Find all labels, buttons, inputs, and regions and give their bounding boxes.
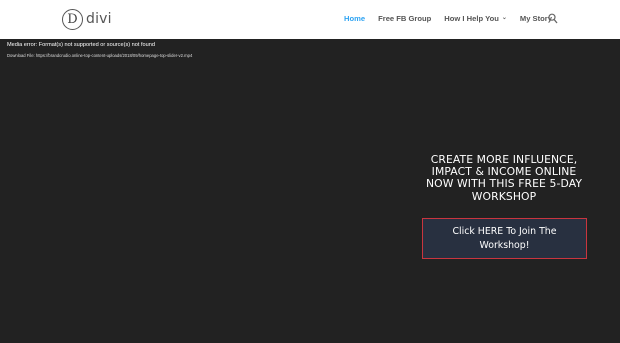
logo-text: divi [86, 11, 112, 27]
nav-item-label: Free FB Group [378, 14, 432, 23]
site-header: D divi Home Free FB Group How I Help You… [0, 0, 620, 39]
nav-item-home[interactable]: Home [344, 14, 365, 23]
chevron-down-icon: ⌄ [501, 15, 507, 21]
nav-item-label: How I Help You [444, 14, 499, 23]
media-error-message: Media error: Format(s) not supported or … [7, 42, 155, 48]
nav-item-free-fb-group[interactable]: Free FB Group [378, 14, 431, 23]
site-logo[interactable]: D divi [62, 8, 112, 30]
hero-section: Media error: Format(s) not supported or … [0, 39, 620, 343]
nav-item-label: Home [344, 14, 366, 23]
main-nav: Home Free FB Group How I Help You ⌄ My S… [344, 14, 565, 23]
nav-item-how-i-help-you[interactable]: How I Help You ⌄ [444, 14, 507, 23]
join-workshop-button-label: Click HERE To Join The Workshop! [452, 225, 557, 251]
join-workshop-button[interactable]: Click HERE To Join The Workshop! [422, 218, 587, 259]
cta-heading: CREATE MORE INFLUENCE, IMPACT & INCOME O… [425, 153, 583, 203]
download-file-link[interactable]: Download File: https://brandcrudio.onlin… [7, 53, 192, 58]
search-icon[interactable] [548, 12, 558, 24]
logo-mark: D [62, 8, 83, 30]
